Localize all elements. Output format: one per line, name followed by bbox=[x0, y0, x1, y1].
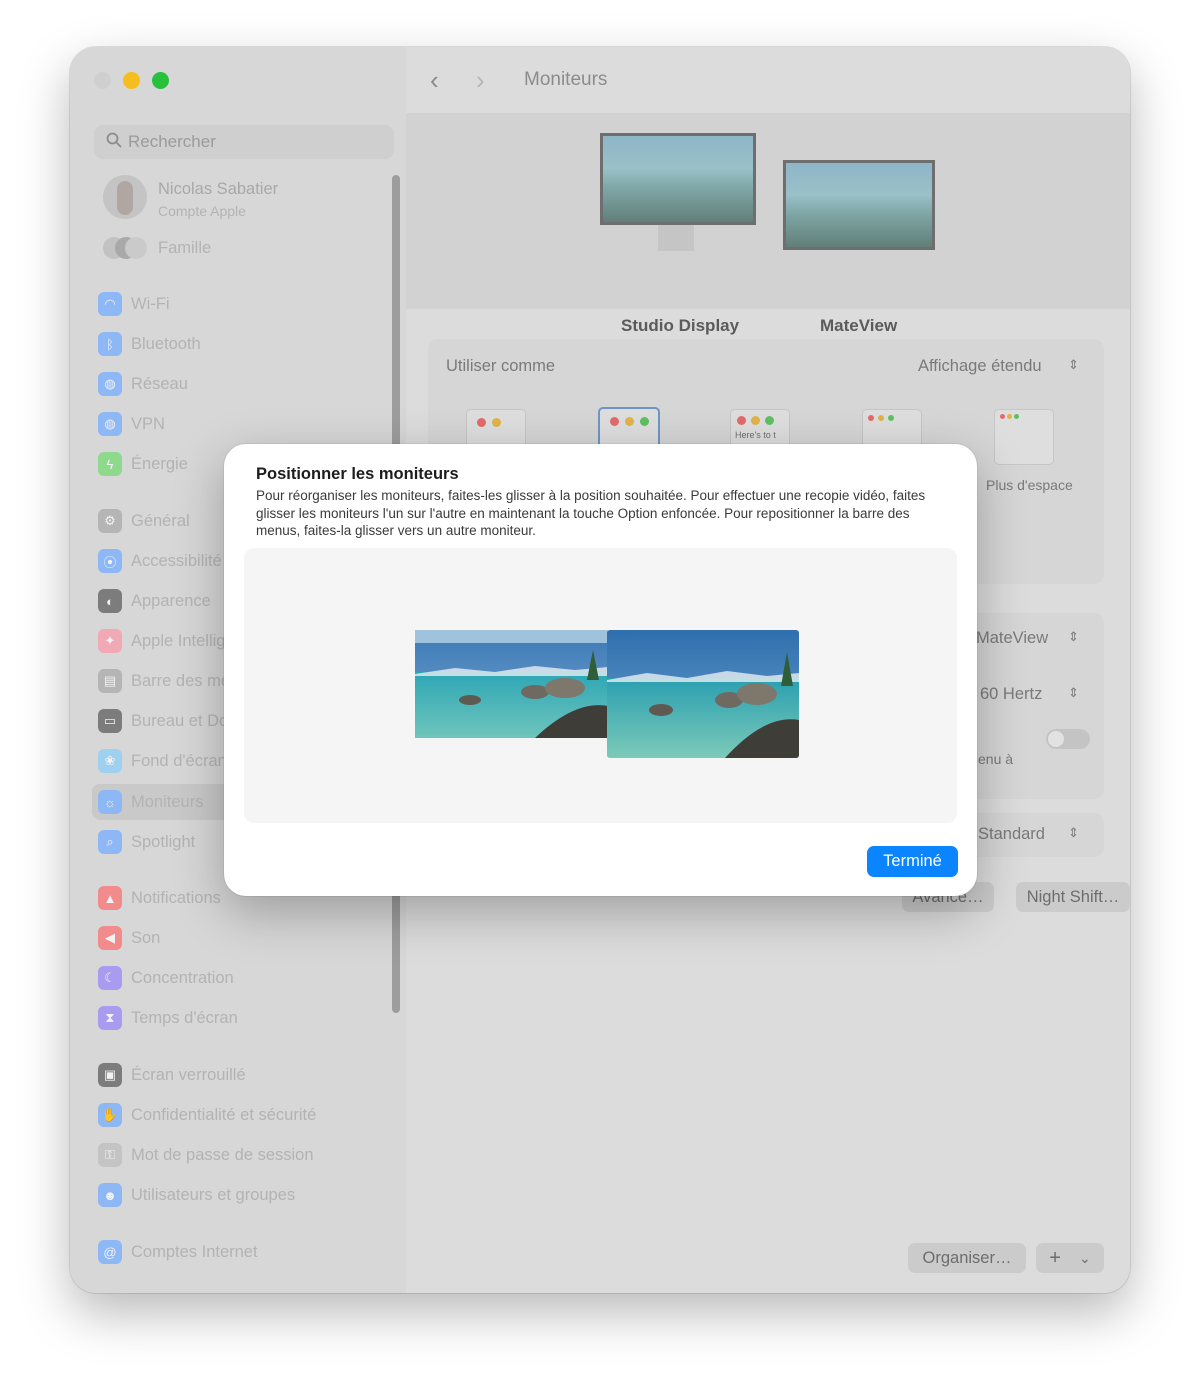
battery-icon: ϟ bbox=[98, 452, 122, 476]
dropdown-chevron-icon[interactable]: ⌄ bbox=[1079, 1250, 1091, 1267]
account-name[interactable]: Nicolas Sabatier bbox=[158, 180, 278, 199]
spotlight-icon: ⌕ bbox=[98, 830, 122, 854]
resolution-option-5[interactable] bbox=[994, 409, 1054, 465]
sidebar-item-displays[interactable]: ☼ Moniteurs bbox=[98, 786, 203, 818]
close-window-button[interactable] bbox=[94, 72, 111, 89]
display-arrangement-area bbox=[244, 548, 957, 823]
vpn-icon: ◍ bbox=[98, 412, 122, 436]
hand-icon: ✋ bbox=[98, 1103, 122, 1127]
appearance-icon: ◐ bbox=[98, 589, 122, 613]
globe-icon: ◍ bbox=[98, 372, 122, 396]
night-shift-button[interactable]: Night Shift… bbox=[1016, 882, 1130, 912]
family-icon bbox=[103, 237, 147, 259]
studio-display-thumbnail[interactable] bbox=[600, 133, 756, 225]
more-space-label: Plus d'espace bbox=[986, 477, 1073, 493]
sidebar-item-energy[interactable]: ϟ Énergie bbox=[98, 448, 188, 480]
bluetooth-icon: ᛒ bbox=[98, 332, 122, 356]
dock-icon: ▭ bbox=[98, 709, 122, 733]
add-display-group: + ⌄ bbox=[1036, 1243, 1104, 1273]
displays-selector: Studio Display MateView bbox=[406, 113, 1130, 335]
done-button[interactable]: Terminé bbox=[867, 846, 958, 877]
refresh-rate-select[interactable]: 60 Hertz bbox=[980, 685, 1042, 704]
toggle-switch[interactable] bbox=[1046, 729, 1090, 749]
account-subtitle: Compte Apple bbox=[158, 203, 246, 219]
hourglass-icon: ⧗ bbox=[98, 1006, 122, 1030]
sidebar-item-sound[interactable]: ◀ Son bbox=[98, 922, 160, 954]
updown-chevron-icon[interactable]: ⇕ bbox=[1068, 685, 1079, 701]
lock-icon: ▣ bbox=[98, 1063, 122, 1087]
dialog-description: Pour réorganiser les moniteurs, faites-l… bbox=[256, 488, 926, 538]
search-placeholder: Rechercher bbox=[128, 132, 216, 151]
siri-icon: ✦ bbox=[98, 629, 122, 653]
updown-chevron-icon[interactable]: ⇕ bbox=[1068, 825, 1079, 841]
use-as-select[interactable]: Affichage étendu bbox=[918, 357, 1042, 376]
studio-display-stand bbox=[658, 225, 694, 251]
display-label-studio[interactable]: Studio Display bbox=[621, 316, 739, 336]
display-label-mateview[interactable]: MateView bbox=[820, 316, 897, 336]
wifi-icon: ◠ bbox=[98, 292, 122, 316]
dialog-title: Positionner les moniteurs bbox=[256, 465, 459, 483]
search-field[interactable]: Rechercher bbox=[94, 125, 394, 159]
menu-text: enu à bbox=[978, 751, 1014, 767]
sidebar-item-accessibility[interactable]: ⦿ Accessibilité bbox=[98, 545, 222, 577]
sidebar-item-vpn[interactable]: ◍ VPN bbox=[98, 408, 165, 440]
menubar-icon: ▤ bbox=[98, 669, 122, 693]
gear-icon: ⚙ bbox=[98, 509, 122, 533]
toolbar: ‹ › Moniteurs bbox=[406, 47, 1130, 113]
sidebar-item-login-password[interactable]: ⚿ Mot de passe de session bbox=[98, 1139, 314, 1171]
sidebar-item-general[interactable]: ⚙ Général bbox=[98, 505, 190, 537]
add-button[interactable]: + bbox=[1049, 1247, 1061, 1270]
forward-chevron-icon[interactable]: › bbox=[476, 65, 485, 96]
at-icon: @ bbox=[98, 1240, 122, 1264]
use-as-label: Utiliser comme bbox=[446, 357, 556, 375]
sidebar-item-network[interactable]: ◍ Réseau bbox=[98, 368, 188, 400]
account-avatar[interactable] bbox=[103, 175, 147, 219]
family-label[interactable]: Famille bbox=[158, 239, 211, 258]
arrange-displays-dialog: Positionner les moniteurs Pour réorganis… bbox=[224, 444, 977, 896]
updown-chevron-icon[interactable]: ⇕ bbox=[1068, 357, 1079, 373]
bell-icon: ▲ bbox=[98, 886, 122, 910]
zoom-window-button[interactable] bbox=[152, 72, 169, 89]
moon-icon: ☾ bbox=[98, 966, 122, 990]
sidebar-item-lock-screen[interactable]: ▣ Écran verrouillé bbox=[98, 1059, 246, 1091]
sidebar-item-appearance[interactable]: ◐ Apparence bbox=[98, 585, 211, 617]
accessibility-icon: ⦿ bbox=[98, 549, 122, 573]
arranged-display-studio[interactable] bbox=[415, 630, 608, 738]
main-display-select[interactable]: MateView bbox=[976, 629, 1048, 648]
page-title: Moniteurs bbox=[524, 69, 608, 90]
mateview-thumbnail[interactable] bbox=[783, 160, 935, 250]
sidebar-item-screen-time[interactable]: ⧗ Temps d'écran bbox=[98, 1002, 238, 1034]
wallpaper-icon: ❀ bbox=[98, 749, 122, 773]
sidebar-item-notifications[interactable]: ▲ Notifications bbox=[98, 882, 221, 914]
organize-button[interactable]: Organiser… bbox=[908, 1243, 1026, 1273]
sidebar-item-bluetooth[interactable]: ᛒ Bluetooth bbox=[98, 328, 201, 360]
sidebar-item-internet-accounts[interactable]: @ Comptes Internet bbox=[98, 1236, 258, 1268]
updown-chevron-icon[interactable]: ⇕ bbox=[1068, 629, 1079, 645]
sidebar-item-privacy[interactable]: ✋ Confidentialité et sécurité bbox=[98, 1099, 316, 1131]
back-chevron-icon[interactable]: ‹ bbox=[430, 65, 439, 96]
search-icon bbox=[100, 132, 128, 152]
sidebar-item-wifi[interactable]: ◠ Wi-Fi bbox=[98, 288, 169, 320]
color-profile-select[interactable]: Standard bbox=[978, 825, 1045, 844]
sun-icon: ☼ bbox=[98, 790, 122, 814]
menu-bar-indicator[interactable] bbox=[415, 630, 608, 643]
sidebar-item-focus[interactable]: ☾ Concentration bbox=[98, 962, 234, 994]
key-icon: ⚿ bbox=[98, 1143, 122, 1167]
sidebar-item-desktop-dock[interactable]: ▭ Bureau et Dock bbox=[98, 705, 245, 737]
sidebar-item-wallpaper[interactable]: ❀ Fond d'écran bbox=[98, 745, 227, 777]
sidebar-item-users-groups[interactable]: ☻ Utilisateurs et groupes bbox=[98, 1179, 295, 1211]
speaker-icon: ◀ bbox=[98, 926, 122, 950]
minimize-window-button[interactable] bbox=[123, 72, 140, 89]
users-icon: ☻ bbox=[98, 1183, 122, 1207]
sidebar-item-spotlight[interactable]: ⌕ Spotlight bbox=[98, 826, 195, 858]
arranged-display-mateview[interactable] bbox=[607, 630, 799, 758]
